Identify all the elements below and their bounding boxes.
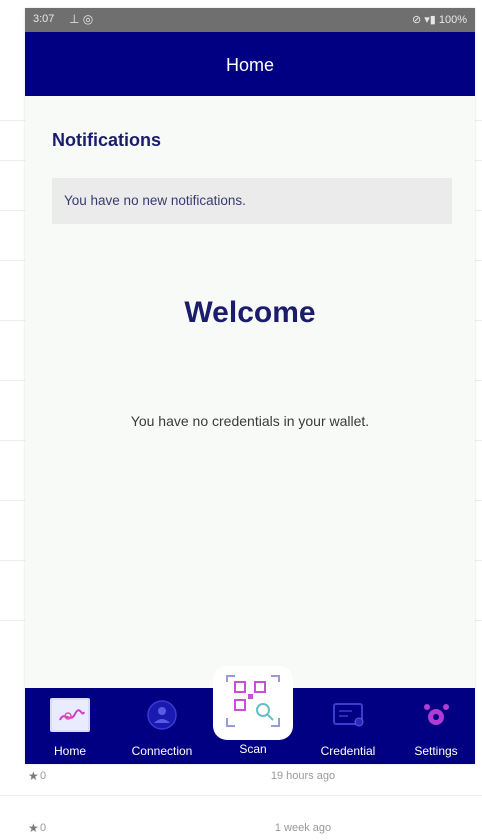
list-item: ★ 0 1 week ago [28,818,358,840]
timestamp: 1 week ago [274,822,332,834]
star-icon: ★ [28,769,39,783]
tab-home[interactable]: Home [31,688,109,764]
divider [0,795,482,796]
status-icons-left: ⊥ ◎ [69,12,94,26]
phone-screen: 3:07 ⊥ ◎ ⊘ ▾▮ 100% Home Notifications Yo… [25,8,475,764]
home-icon [50,698,90,732]
tab-connection[interactable]: Connection [117,688,207,764]
app-header: Home [25,32,475,96]
qr-scan-icon [226,675,280,727]
notifications-empty-card: You have no new notifications. [52,178,452,224]
tab-label-scan: Scan [239,742,267,756]
welcome-title: Welcome [184,296,316,329]
tab-label-settings: Settings [414,744,458,758]
status-time: 3:07 [33,13,55,25]
star-count: 0 [40,822,47,834]
tab-label-credential: Credential [320,744,376,758]
notifications-empty-text: You have no new notifications. [64,193,246,208]
tab-label-home: Home [53,744,86,758]
scan-button[interactable] [213,666,293,740]
star-icon: ★ [28,821,39,835]
notifications-title: Notifications [52,130,162,150]
tab-settings[interactable]: Settings [397,688,475,764]
star-count: 0 [40,770,47,782]
status-icons-right: ⊘ ▾▮ 100% [411,14,467,26]
list-item: ★ 0 19 hours ago [28,766,358,788]
timestamp: 19 hours ago [270,770,336,782]
no-credentials-text: You have no credentials in your wallet. [130,413,370,429]
connection-icon [142,698,182,732]
page-title: Home [225,55,274,75]
credential-icon [328,698,368,732]
status-bar: 3:07 ⊥ ◎ ⊘ ▾▮ 100% [25,8,475,32]
tab-credential[interactable]: Credential [305,688,391,764]
tab-label-connection: Connection [131,744,193,758]
settings-icon [416,698,456,732]
